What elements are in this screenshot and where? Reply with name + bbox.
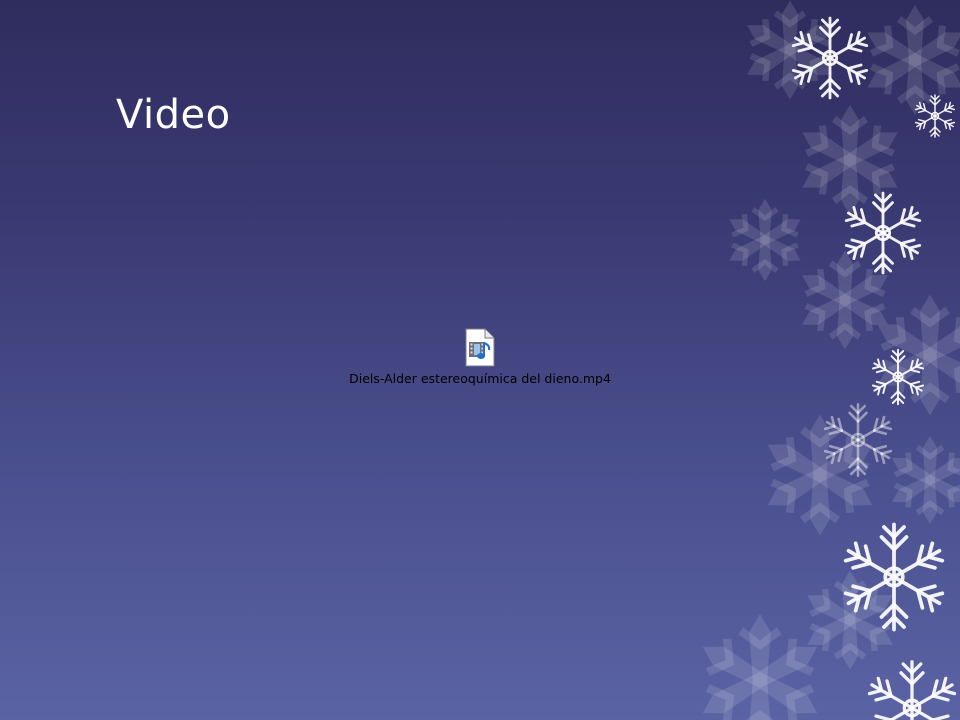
media-filename: Diels-Alder estereoquímica del dieno.mp4: [349, 371, 611, 386]
video-file-icon[interactable]: [463, 328, 497, 372]
slide-title: Video: [116, 92, 231, 138]
video-media-object[interactable]: Diels-Alder estereoquímica del dieno.mp4: [300, 326, 660, 396]
